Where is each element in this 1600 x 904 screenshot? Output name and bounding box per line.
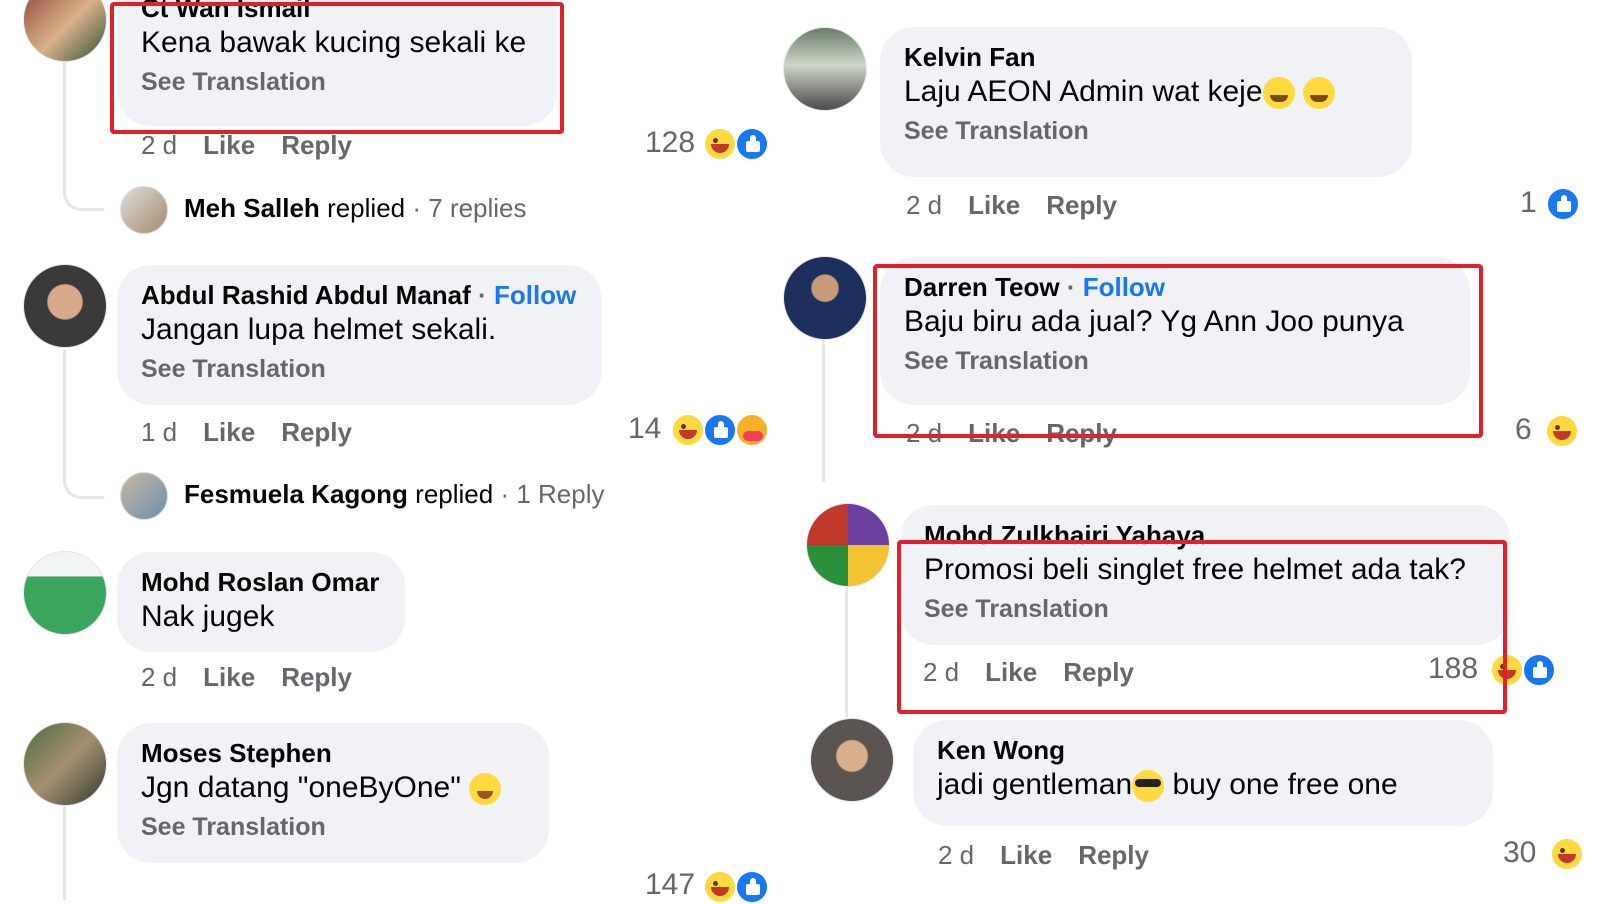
comment-time: 2 d: [938, 840, 975, 870]
sunglasses-emoji-icon: [1132, 770, 1165, 803]
comment-actions: 2 d Like Reply: [906, 190, 1143, 221]
comment-author[interactable]: Mohd Roslan Omar: [141, 566, 381, 598]
comment-bubble: Abdul Rashid Abdul Manaf · Follow Jangan…: [117, 265, 602, 405]
avatar[interactable]: [783, 256, 867, 340]
avatar[interactable]: [810, 718, 894, 802]
avatar[interactable]: [23, 0, 107, 62]
comment-text: Nak jugek: [141, 600, 275, 633]
thread-line: [63, 350, 104, 499]
comment-time: 2 d: [141, 130, 178, 160]
laughing-emoji-icon: [469, 773, 502, 806]
replies-summary[interactable]: Meh Salleh replied · 7 replies: [120, 186, 527, 234]
thread-line: [63, 805, 66, 900]
comment-time: 2 d: [141, 662, 178, 692]
avatar: [120, 186, 168, 234]
reply-button[interactable]: Reply: [1046, 190, 1117, 221]
like-reaction-icon: [735, 127, 769, 161]
like-reaction-icon: [735, 870, 769, 904]
comment-time: 1 d: [141, 417, 178, 447]
reply-count[interactable]: · 7 replies: [412, 193, 526, 223]
reply-button[interactable]: Reply: [1078, 840, 1149, 871]
comment-time: 2 d: [906, 190, 943, 220]
comment-author[interactable]: Moses Stephen: [141, 737, 525, 769]
thread-line: [845, 585, 848, 717]
highlight-box: [897, 540, 1507, 714]
reaction-count[interactable]: 30: [1503, 836, 1536, 870]
separator: ·: [478, 280, 487, 310]
care-reaction-icon: [735, 413, 769, 447]
like-reaction-icon: [703, 413, 737, 447]
like-button[interactable]: Like: [203, 417, 255, 448]
like-button[interactable]: Like: [203, 130, 255, 161]
avatar[interactable]: [23, 551, 107, 635]
highlight-box: [873, 264, 1483, 438]
comment-text: Jangan lupa helmet sekali.: [141, 313, 497, 346]
reaction-count[interactable]: 1: [1520, 186, 1537, 220]
avatar: [120, 472, 168, 520]
comment-bubble: Ken Wong jadi gentleman buy one free one: [913, 720, 1493, 826]
comment-text: Laju AEON Admin wat keje: [904, 75, 1263, 108]
comment-author[interactable]: Abdul Rashid Abdul Manaf: [141, 280, 471, 310]
replied-label: replied: [327, 192, 406, 223]
reply-count[interactable]: · 1 Reply: [500, 479, 604, 509]
avatar[interactable]: [783, 27, 867, 111]
comment-text: Jgn datang "oneByOne": [141, 771, 461, 804]
haha-reaction-icon: [1550, 837, 1584, 871]
rofl-emoji-icon: [1302, 77, 1335, 110]
rofl-emoji-icon: [1262, 77, 1295, 110]
comment-bubble: Mohd Roslan Omar Nak jugek: [117, 552, 405, 652]
reaction-count[interactable]: 147: [645, 868, 695, 902]
reply-button[interactable]: Reply: [281, 130, 352, 161]
comment-author[interactable]: Kelvin Fan: [904, 41, 1388, 73]
reply-button[interactable]: Reply: [281, 662, 352, 693]
reaction-count[interactable]: 6: [1515, 413, 1532, 447]
haha-reaction-icon: [703, 127, 737, 161]
like-reaction-icon: [1522, 653, 1556, 687]
replied-label: replied: [415, 478, 494, 509]
reply-author[interactable]: Fesmuela Kagong: [184, 479, 408, 509]
haha-reaction-icon: [703, 870, 737, 904]
reply-button[interactable]: Reply: [281, 417, 352, 448]
haha-reaction-icon: [1545, 414, 1579, 448]
replies-summary[interactable]: Fesmuela Kagong replied · 1 Reply: [120, 472, 605, 520]
highlight-box: [110, 2, 564, 134]
like-reaction-icon: [1546, 187, 1580, 221]
avatar[interactable]: [23, 722, 107, 806]
comment-text: buy one free one: [1172, 768, 1398, 801]
reaction-count[interactable]: 14: [628, 412, 661, 446]
thread-line: [63, 62, 104, 211]
comment-actions: 2 d Like Reply: [141, 662, 378, 693]
reply-author[interactable]: Meh Salleh: [184, 193, 320, 223]
comment-text-line: Jgn datang "oneByOne": [141, 769, 525, 807]
comment-actions: 2 d Like Reply: [141, 130, 378, 161]
see-translation-link[interactable]: See Translation: [141, 813, 525, 842]
comment-bubble: Moses Stephen Jgn datang "oneByOne" See …: [117, 723, 549, 863]
haha-reaction-icon: [671, 413, 705, 447]
thread-line: [822, 340, 825, 482]
reaction-count[interactable]: 128: [645, 126, 695, 160]
comment-text: jadi gentleman: [937, 768, 1133, 801]
see-translation-link[interactable]: See Translation: [904, 117, 1388, 146]
comment-author[interactable]: Ken Wong: [937, 734, 1469, 766]
like-button[interactable]: Like: [968, 190, 1020, 221]
avatar[interactable]: [23, 264, 107, 348]
comment-bubble: Kelvin Fan Laju AEON Admin wat keje See …: [880, 27, 1412, 177]
comment-text-line: Laju AEON Admin wat keje: [904, 73, 1388, 111]
follow-button[interactable]: Follow: [494, 280, 576, 310]
avatar[interactable]: [806, 503, 890, 587]
comment-actions: 2 d Like Reply: [938, 840, 1175, 871]
comment-author-line: Abdul Rashid Abdul Manaf · Follow: [141, 279, 578, 311]
like-button[interactable]: Like: [203, 662, 255, 693]
see-translation-link[interactable]: See Translation: [141, 355, 578, 384]
comment-actions: 1 d Like Reply: [141, 417, 378, 448]
comment-text-line: jadi gentleman buy one free one: [937, 766, 1469, 804]
like-button[interactable]: Like: [1000, 840, 1052, 871]
